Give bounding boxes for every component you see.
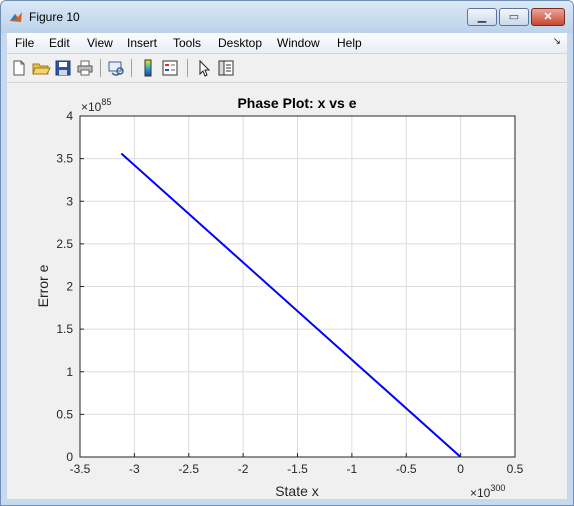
plot-svg: -3.5 -3 -2.5 -2 -1.5 -1 -0.5 0 0.5 0 0.5 1 1.5 2 2.5 3… (35, 95, 524, 500)
y-tick-label: 2.5 (56, 237, 73, 251)
title-bar[interactable]: Figure 10 ▁ ▭ ✕ (1, 1, 573, 33)
y-tick-label: 1 (66, 365, 73, 379)
x-tick-label: -2.5 (178, 462, 199, 476)
dock-figure-icon[interactable]: ↘ (553, 36, 561, 47)
link-plot-icon[interactable] (106, 58, 126, 78)
x-tick-label: -2 (238, 462, 249, 476)
y-exponent-power: 85 (101, 97, 111, 107)
x-tick-label: -3 (129, 462, 140, 476)
window-title: Figure 10 (29, 10, 80, 24)
menu-desktop[interactable]: Desktop (218, 36, 262, 50)
matlab-logo-icon (10, 12, 22, 22)
y-axis-label: Error e (35, 264, 51, 307)
close-icon: ✕ (543, 11, 553, 23)
y-tick-label: 2 (66, 280, 73, 294)
maximize-icon: ▭ (508, 11, 520, 23)
minimize-icon: ▁ (477, 11, 487, 23)
minimize-button[interactable]: ▁ (467, 8, 497, 26)
x-tick-label: -0.5 (396, 462, 417, 476)
menu-edit[interactable]: Edit (49, 36, 70, 50)
y-tick-label: 0.5 (56, 407, 73, 421)
x-tick-label: 0.5 (507, 462, 524, 476)
new-figure-icon[interactable] (9, 58, 29, 78)
menu-help[interactable]: Help (337, 36, 362, 50)
y-tick-label: 4 (66, 109, 73, 123)
property-inspector-icon[interactable] (216, 58, 236, 78)
x-exponent-base: ×10 (470, 486, 491, 499)
y-tick-labels: 0 0.5 1 1.5 2 2.5 3 3.5 4 (56, 109, 73, 464)
insert-colorbar-icon[interactable] (138, 58, 158, 78)
x-tick-labels: -3.5 -3 -2.5 -2 -1.5 -1 -0.5 0 0.5 (70, 462, 524, 476)
print-icon[interactable] (75, 58, 95, 78)
toolbar-separator (100, 59, 101, 77)
save-icon[interactable] (53, 58, 73, 78)
y-tick-label: 3.5 (56, 152, 73, 166)
menu-tools[interactable]: Tools (173, 36, 201, 50)
menu-window[interactable]: Window (277, 36, 320, 50)
x-tick-label: -1 (347, 462, 358, 476)
x-tick-label: -3.5 (70, 462, 91, 476)
x-tick-label: 0 (457, 462, 464, 476)
maximize-button[interactable]: ▭ (499, 8, 529, 26)
menu-bar: File Edit View Insert Tools Desktop Wind… (7, 33, 567, 53)
close-button[interactable]: ✕ (531, 8, 565, 26)
menu-file[interactable]: File (15, 36, 34, 50)
menu-view[interactable]: View (87, 36, 113, 50)
toolbar-separator (187, 59, 188, 77)
insert-legend-icon[interactable] (160, 58, 180, 78)
y-tick-label: 1.5 (56, 322, 73, 336)
y-exponent-label: ×1085 (81, 97, 111, 114)
figure-window: Figure 10 ▁ ▭ ✕ File Edit View Insert To… (0, 0, 574, 506)
y-tick-label: 3 (66, 194, 73, 208)
menu-insert[interactable]: Insert (127, 36, 157, 50)
x-exponent-power: 300 (490, 483, 505, 493)
figure-canvas: -3.5 -3 -2.5 -2 -1.5 -1 -0.5 0 0.5 0 0.5 1 1.5 2 2.5 3… (7, 83, 567, 500)
chart-title: Phase Plot: x vs e (237, 95, 356, 111)
figure-toolbar (7, 54, 567, 83)
x-axis-label: State x (275, 483, 319, 499)
y-tick-label: 0 (66, 450, 73, 464)
y-exponent-base: ×10 (81, 100, 102, 114)
x-tick-label: -1.5 (287, 462, 308, 476)
toolbar-separator (131, 59, 132, 77)
x-exponent-label: ×10300 (470, 483, 505, 499)
edit-plot-arrow-icon[interactable] (194, 58, 214, 78)
open-file-icon[interactable] (31, 58, 51, 78)
